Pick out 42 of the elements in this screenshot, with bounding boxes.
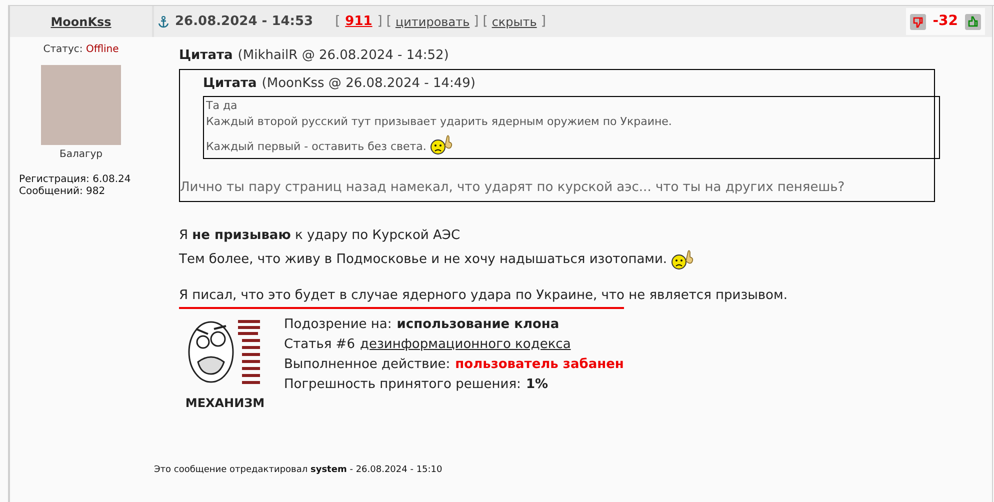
ban-info-value: пользователь забанен [455,356,624,374]
rating-score: -32 [932,12,958,31]
quote-meta: (MikhailR @ 26.08.2024 - 14:52) [238,47,449,65]
edit-note: Это сообщение отредактировал system - 26.08.2024 - 15:10 [154,464,444,476]
bracket: [ [482,12,488,31]
quote-line: Та да [206,98,238,114]
status-label: Статус: [43,44,83,55]
ban-info-label: Выполненное действие: [284,356,450,374]
post-count: Сообщений: 982 [19,186,106,198]
quote-meta: (MoonKss @ 26.08.2024 - 14:49) [262,74,476,92]
bracket: ] [377,12,382,31]
quote-title: Цитата [203,74,257,92]
quote-line: Каждый второй русский тут призывает ударить ядерным оружием по Украине. [206,114,673,130]
bracket: [ [335,12,340,31]
bracket: ] [540,12,546,31]
quote-title: Цитата [179,47,233,65]
bracket: ] [474,12,479,31]
grumpy-smiley-pointing-icon [430,133,454,155]
anchor-icon[interactable] [158,16,169,28]
user-rank: Балагур [59,148,103,162]
post-number-link[interactable]: 911 [345,12,372,32]
image-caption: МЕХАНИЗМ [185,394,265,412]
ban-info-value: 1% [526,376,548,394]
ban-info-label: Подозрение на: [284,316,392,334]
post-action-link[interactable]: скрыть [492,12,537,30]
ban-info-value: использование клона [396,316,560,334]
thumbs-up-icon[interactable] [965,14,981,30]
quote-line: Каждый первый - оставить без света. [206,133,937,155]
quote-reply-text: Лично ты пару страниц назад намекал, что ударят по курской аэс... что ты на других пеняешь? [180,179,846,197]
grumpy-smiley-pointing-icon [671,248,696,270]
post-text-line: Я не призываю к удару по Курской АЭС [179,226,462,244]
registration-date: Регистрация: 6.08.24 [19,174,131,186]
thumbs-down-icon[interactable] [910,14,926,30]
post-text-line: Тем более, что живу в Подмосковье и не хочу надышаться изотопами. [179,248,992,270]
status-value: Offline [86,44,119,55]
ban-info-label: Статья #6 [284,336,355,354]
bracket: [ [386,12,392,31]
post-text-line: Я писал, что это будет в случае ядерного удара по Украине, что не является призывом. [179,286,788,304]
code-link[interactable]: дезинформационного кодекса [360,334,571,354]
post-action-link[interactable]: цитировать [395,12,470,30]
post-date: 26.08.2024 - 14:53 [175,12,314,31]
ban-info-label: Погрешность принятого решения: [284,376,521,394]
